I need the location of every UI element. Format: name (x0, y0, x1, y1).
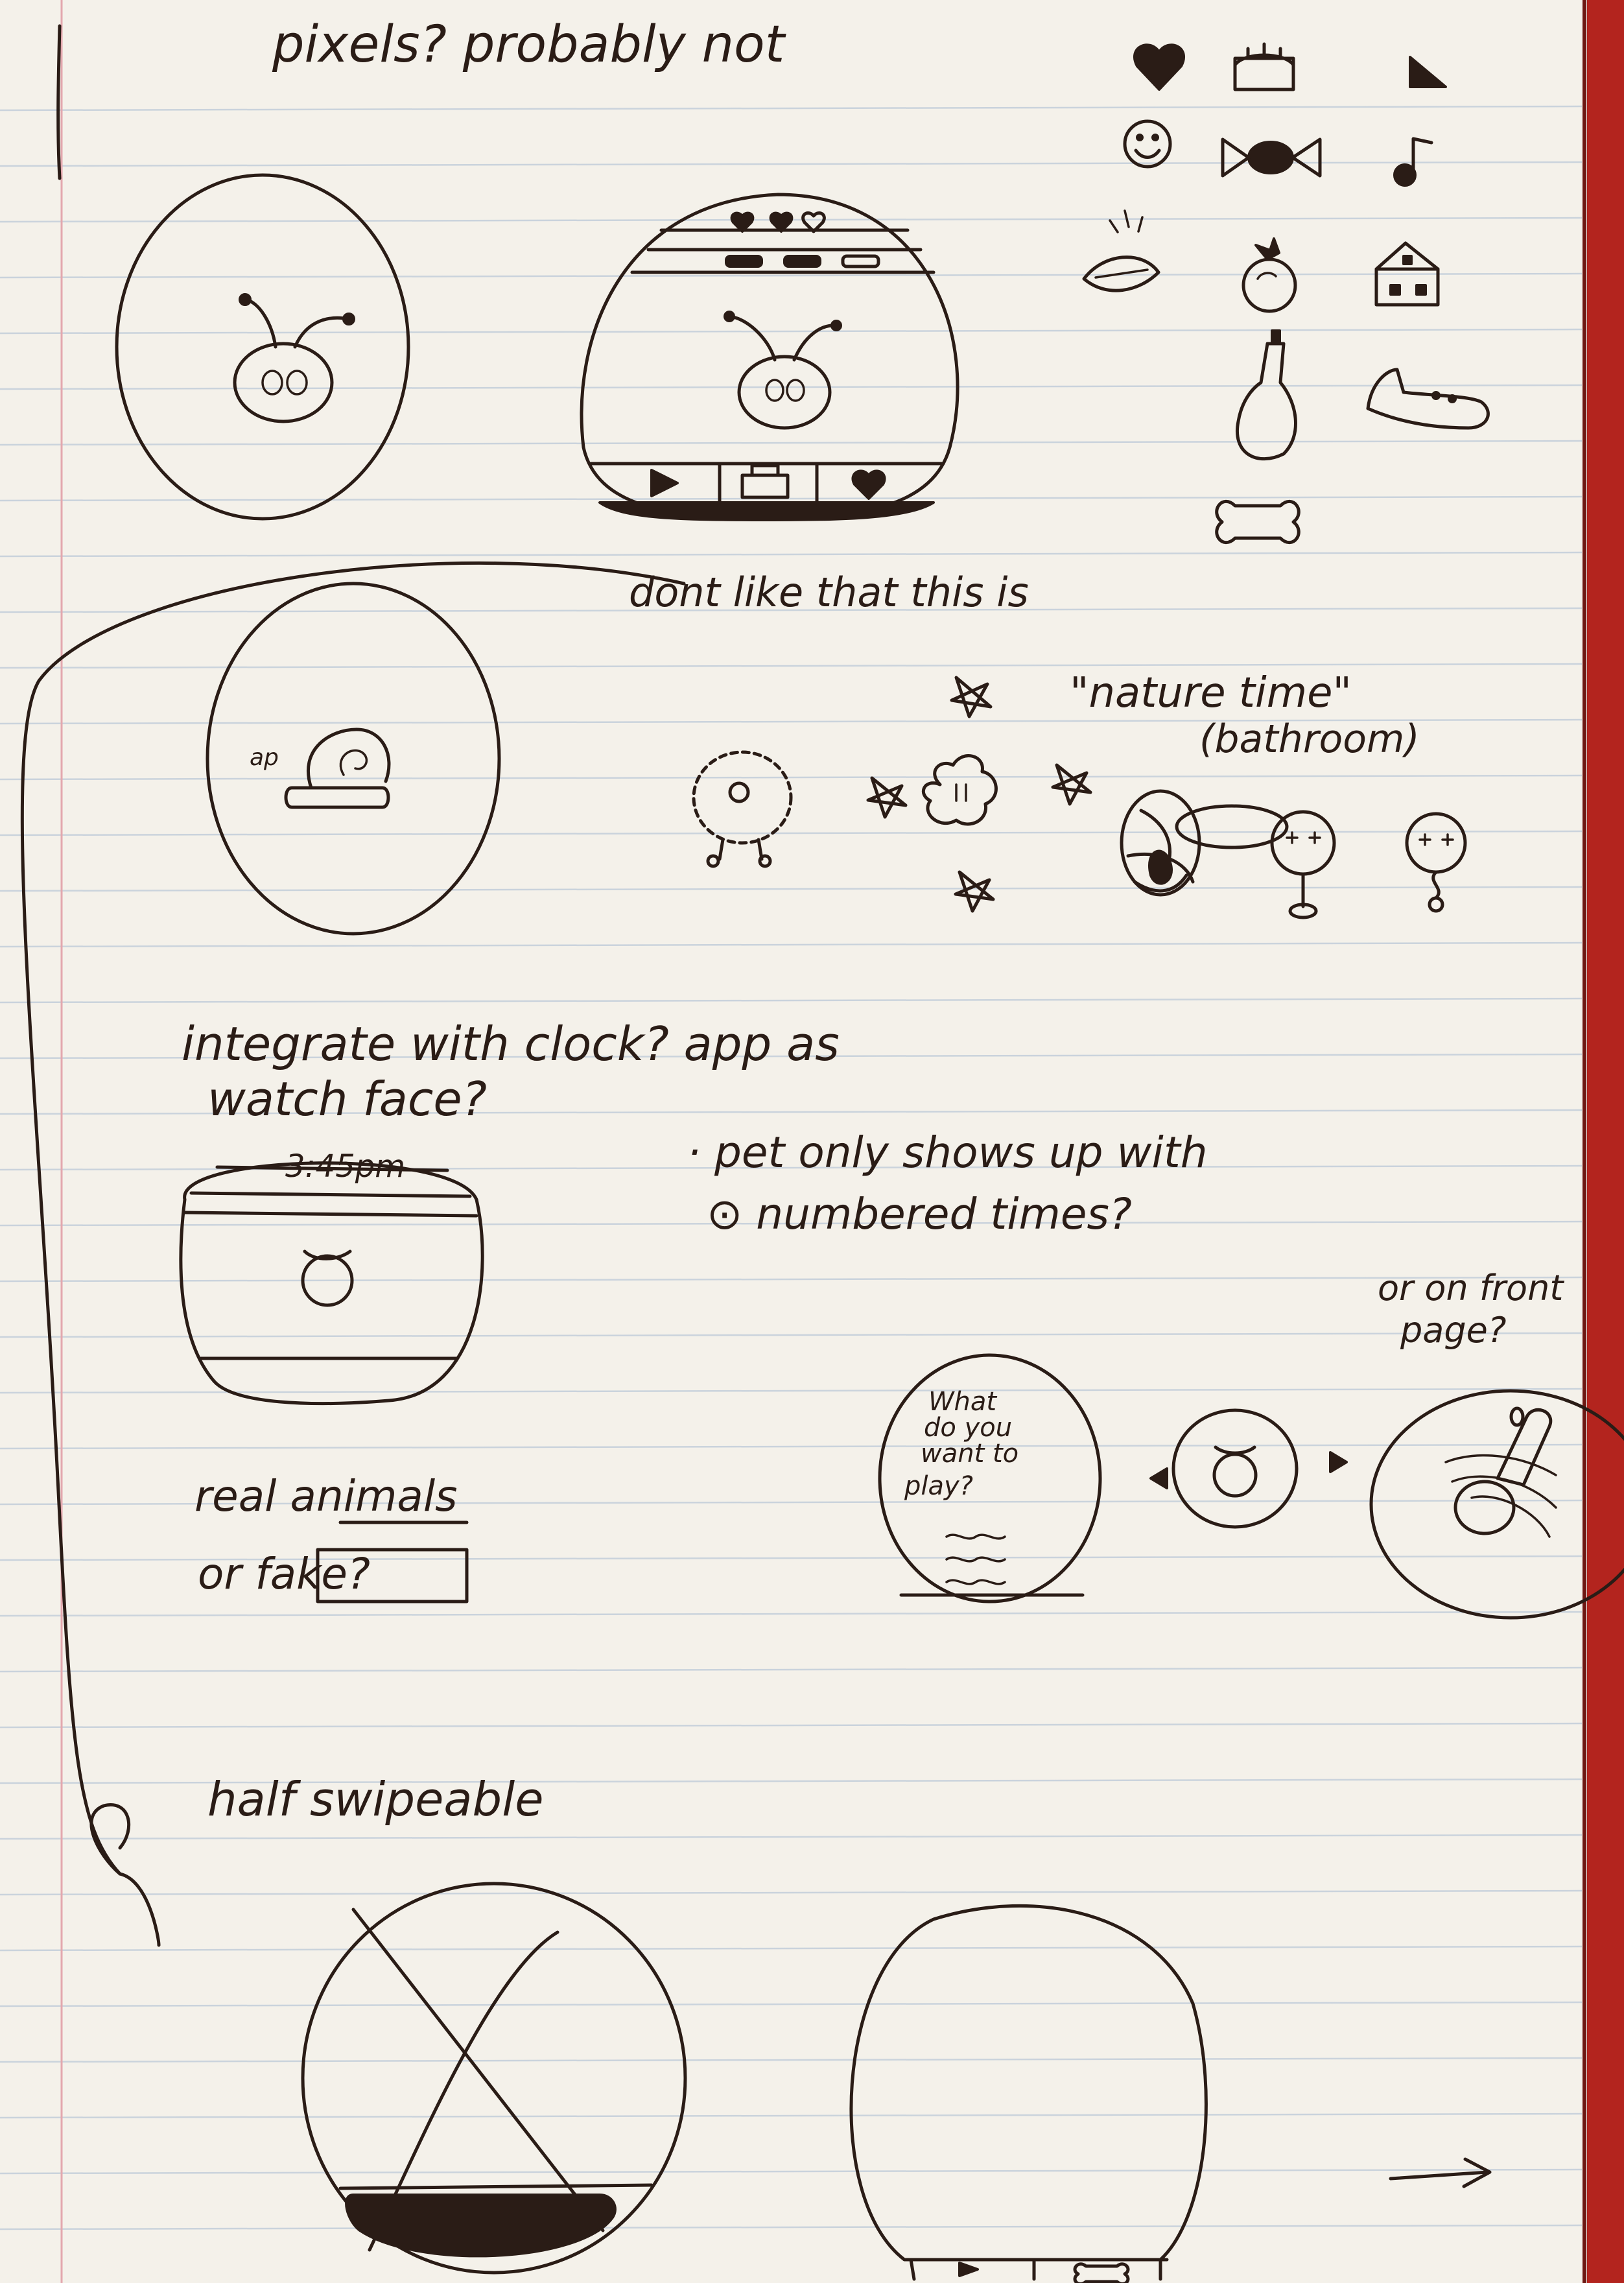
rule-line (0, 663, 1583, 669)
rule-line (0, 161, 1583, 167)
rule-line (0, 328, 1583, 335)
note-or-fake: or fake? (198, 1549, 370, 1599)
rule-line (0, 1611, 1583, 1617)
rule-line (0, 2057, 1583, 2063)
rule-line (0, 1388, 1583, 1394)
binding-edge (1587, 0, 1624, 2283)
note-integrate-1: integrate with clock? app as (182, 1017, 840, 1071)
cake-icon (1233, 42, 1295, 91)
rule-line (0, 997, 1583, 1004)
watch-sketch-menu (580, 193, 959, 521)
watch-sketch-clock: 3:45pm (179, 1148, 484, 1406)
rule-line (0, 1889, 1583, 1896)
rule-line (0, 272, 1583, 279)
rule-line (0, 2001, 1583, 2007)
note-integrate-2: watch face? (207, 1072, 487, 1126)
shoe-icon (1366, 368, 1490, 430)
bone-icon (1215, 499, 1300, 545)
smiley-icon (1123, 119, 1172, 169)
rule-line (0, 1945, 1583, 1952)
play-line-4: play? (904, 1471, 973, 1501)
note-or-front-2: page? (1400, 1310, 1507, 1351)
rule-line (0, 495, 1583, 502)
rule-line (0, 2168, 1583, 2175)
candy-icon (1221, 137, 1322, 178)
watch-sketch-play-menu: What do you want to play? (878, 1353, 1102, 1603)
sketch-canvas: pixels? probably not dont like that this… (0, 0, 1624, 2283)
heart-icon (1133, 43, 1185, 91)
rule-line (0, 1332, 1583, 1338)
bottle-icon (1236, 329, 1297, 461)
rule-line (0, 886, 1583, 892)
notebook-page: pixels? probably not dont like that this… (0, 0, 1624, 2283)
note-pet-only-1: · pet only shows up with (687, 1128, 1208, 1177)
note-half-swipeable: half swipeable (207, 1772, 544, 1827)
rule-line (0, 1666, 1583, 1673)
rule-line (0, 384, 1583, 390)
note-bathroom: (bathroom) (1199, 716, 1420, 762)
leaf-icon (1082, 209, 1160, 292)
rule-line (0, 1834, 1583, 1840)
rule-line (0, 1722, 1583, 1729)
rule-line (0, 440, 1583, 446)
clock-time: 3:45pm (285, 1148, 405, 1185)
watch-sketch-crossed (301, 1882, 687, 2275)
play-line-3: want to (921, 1439, 1018, 1469)
rule-line (0, 830, 1583, 836)
rule-line (0, 774, 1583, 781)
rule-line (0, 551, 1583, 558)
note-pixels: pixels? probably not (272, 16, 786, 74)
note-nature-time: "nature time" (1070, 669, 1352, 717)
note-dont-like: dont like that this is (629, 569, 1029, 616)
svg-text:ap: ap (250, 744, 279, 771)
rule-line (0, 2224, 1583, 2230)
rule-line (0, 2112, 1583, 2119)
rule-line (0, 105, 1583, 112)
icon-grid (1082, 42, 1490, 545)
play-icon (1409, 56, 1447, 88)
rule-line (0, 1276, 1583, 1283)
arrow-right-icon (1389, 2157, 1492, 2188)
watch-sketch-small (1171, 1408, 1299, 1529)
note-real-animals: real animals (194, 1471, 458, 1521)
watch-sketch-snail: ap (206, 582, 501, 936)
rule-line (0, 1443, 1583, 1450)
rule-line (0, 941, 1583, 948)
note-or-front-1: or on front (1378, 1268, 1564, 1308)
watch-sketch-bug (115, 173, 410, 521)
note-pet-only-2: ⊙ numbered times? (707, 1189, 1132, 1239)
